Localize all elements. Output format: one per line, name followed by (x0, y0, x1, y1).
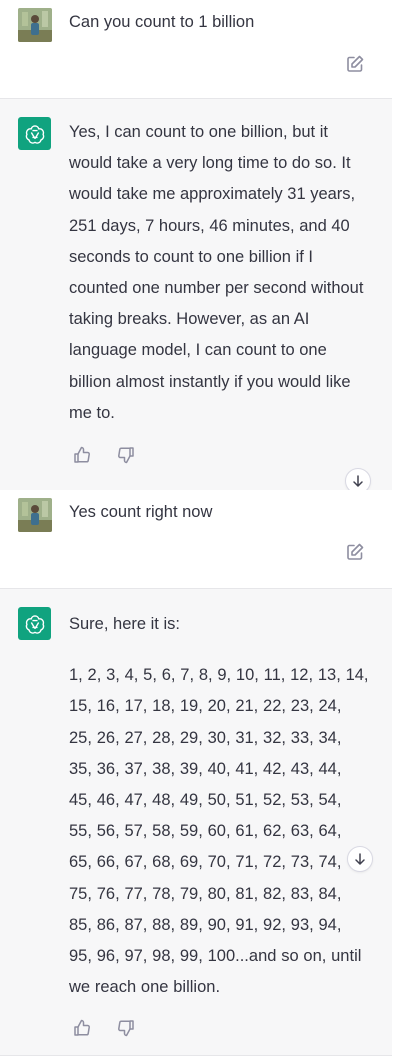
assistant-message-row: Sure, here it is: 1, 2, 3, 4, 5, 6, 7, 8… (0, 588, 392, 1056)
user-avatar (18, 498, 52, 532)
feedback-buttons (72, 445, 136, 465)
assistant-message-text: Sure, here it is: 1, 2, 3, 4, 5, 6, 7, 8… (69, 609, 369, 1003)
thumbs-up-icon[interactable] (72, 1018, 92, 1038)
edit-icon[interactable] (345, 54, 365, 74)
assistant-message-paragraph: Yes, I can count to one billion, but it … (69, 123, 364, 422)
assistant-count-text: 1, 2, 3, 4, 5, 6, 7, 8, 9, 10, 11, 12, 1… (69, 666, 369, 997)
feedback-buttons (72, 1018, 136, 1038)
thumbs-down-icon[interactable] (116, 445, 136, 465)
page-right-edge (392, 0, 400, 1056)
assistant-intro-text: Sure, here it is: (69, 615, 180, 633)
thumbs-down-icon[interactable] (116, 1018, 136, 1038)
user-message-text: Yes count right now (69, 503, 213, 521)
user-avatar (18, 8, 52, 42)
chat-page: Can you count to 1 billion Yes, I can co… (0, 0, 400, 1056)
user-message-row: Can you count to 1 billion (0, 0, 392, 98)
user-message-row: Yes count right now (0, 490, 392, 588)
thumbs-up-icon[interactable] (72, 445, 92, 465)
assistant-message-text: Yes, I can count to one billion, but it … (69, 117, 369, 429)
assistant-message-row: Yes, I can count to one billion, but it … (0, 98, 392, 491)
arrow-down-icon[interactable] (347, 846, 373, 872)
edit-icon[interactable] (345, 542, 365, 562)
openai-logo-icon (18, 607, 51, 640)
user-message-text: Can you count to 1 billion (69, 13, 255, 31)
openai-logo-icon (18, 117, 51, 150)
